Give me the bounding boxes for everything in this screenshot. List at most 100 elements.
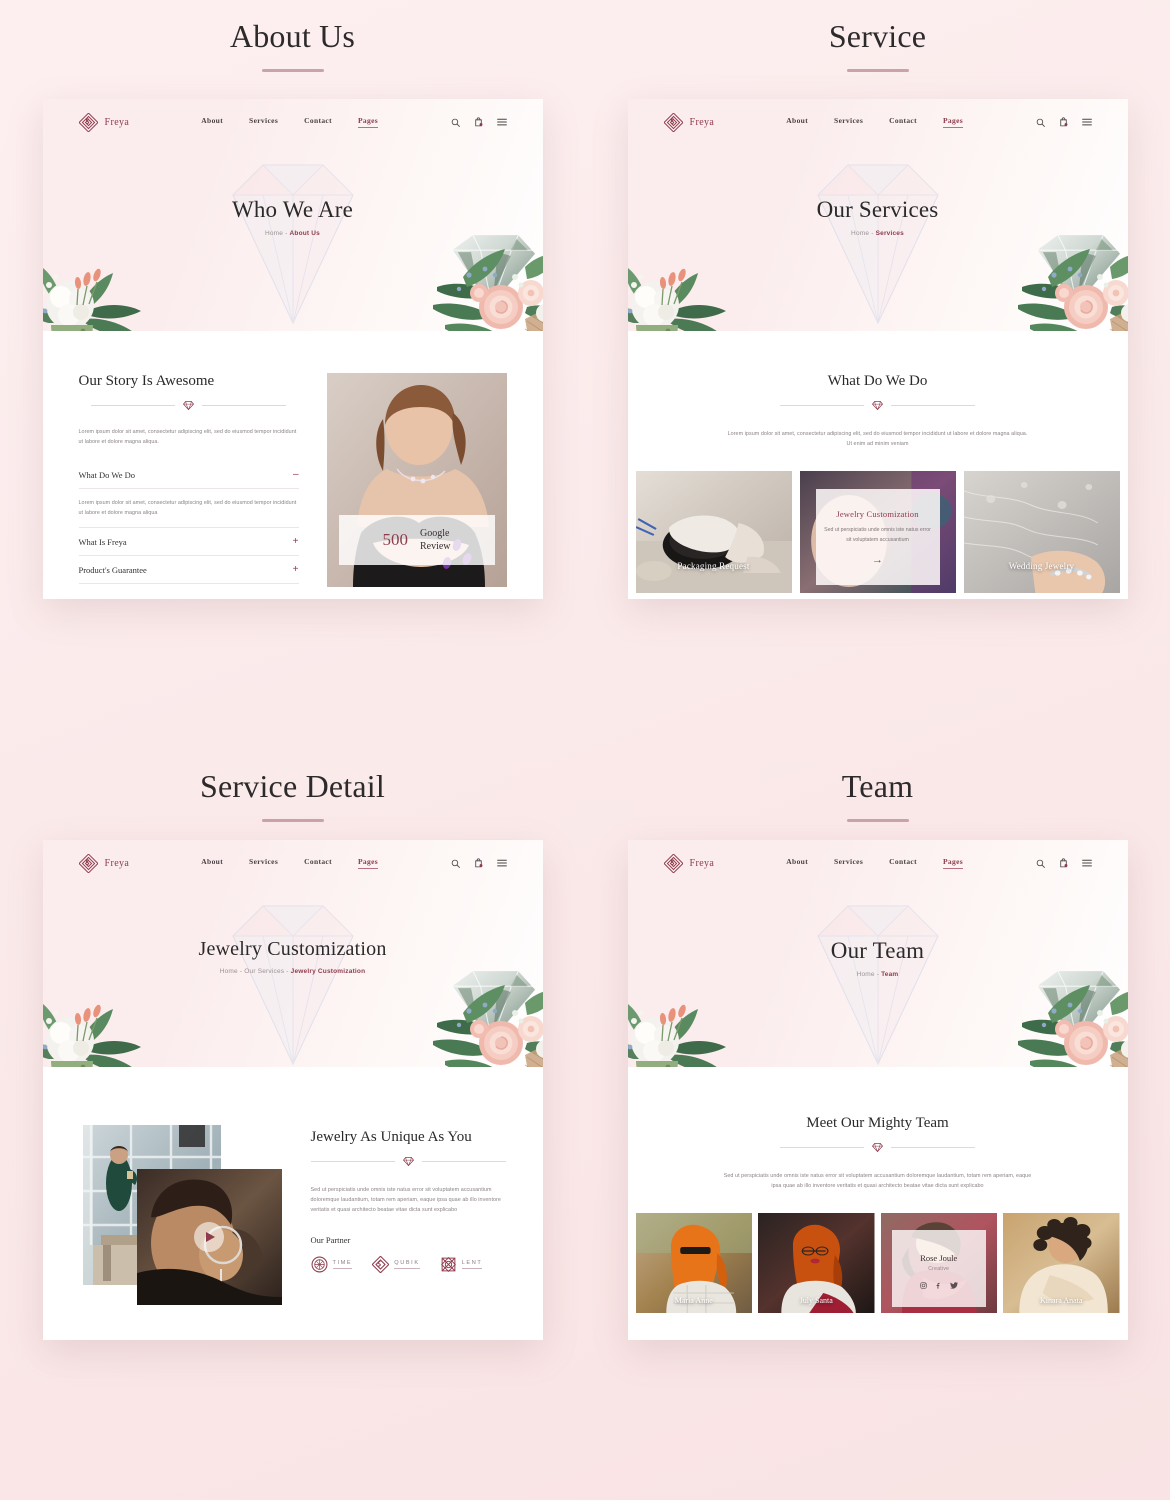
brand-logo[interactable]: Freya [79,854,130,873]
service-content: What Do We Do Lorem ipsum dolor sit amet… [627,331,1128,599]
breadcrumb-current: Services [875,230,904,237]
team-member-july-santa[interactable]: July Santa [758,1213,875,1313]
shopping-bag-icon[interactable] [1059,858,1068,868]
service-hero-body: Our Services Home - Services [628,145,1128,237]
search-icon[interactable] [1036,118,1045,127]
partner-qubik[interactable]: QUBIK [372,1256,420,1273]
hamburger-menu-icon[interactable] [1081,859,1092,867]
search-icon[interactable] [1036,859,1045,868]
brand-logo[interactable]: Freya [664,113,715,132]
diamond-ornament-icon [372,1256,390,1273]
breadcrumb-home[interactable]: Home [851,230,869,237]
accordion-item-products-guarantee[interactable]: Product's Guarantee + [78,556,299,584]
section-divider [310,1156,507,1167]
team-member-maria-anne[interactable]: Maria Anne [635,1213,752,1313]
freya-diamond-logo-icon [79,113,98,132]
nav-links: About Services Contact Pages [201,116,379,128]
search-icon[interactable] [451,118,460,127]
review-label-line1: Google [419,528,450,539]
play-button[interactable] [194,1222,224,1252]
team-member-name: Maria Anne [674,1296,713,1305]
floral-decoration-left-icon [628,249,730,331]
video-thumbnail[interactable] [136,1169,282,1305]
service-card-arrow-icon[interactable]: → [824,554,932,566]
nav-link-services[interactable]: Services [834,116,863,128]
divider-line-right [202,405,286,406]
accordion-toggle-icon: – [292,469,299,480]
twitter-icon[interactable] [949,1282,958,1289]
service-card-title: Packaging Request [677,561,750,571]
brand-name: Freya [104,116,130,128]
hamburger-menu-icon[interactable] [496,118,507,126]
accordion-item-what-is-freya[interactable]: What Is Freya + [78,528,299,556]
search-icon[interactable] [451,859,460,868]
team-member-role: Creative [928,1266,950,1272]
detail-block-title: Jewelry As Unique As You [310,1129,472,1145]
hamburger-menu-icon[interactable] [1081,118,1092,126]
nav-link-about[interactable]: About [786,116,808,128]
service-card-wedding-jewelry[interactable]: Wedding Jewelry [963,471,1120,593]
crystal-gem-icon [1022,969,1126,1045]
breadcrumb-separator: - [876,971,880,978]
team-member-socials [892,1282,987,1289]
breadcrumb-home[interactable]: Home [265,230,283,237]
breadcrumb-home[interactable]: Home [857,971,875,978]
nav-link-about[interactable]: About [201,116,223,128]
accordion-toggle-icon: + [292,564,299,575]
shopping-bag-icon[interactable] [474,858,483,868]
accordion-item-what-do-we-do[interactable]: What Do We Do – [78,461,299,489]
facebook-icon[interactable] [936,1282,941,1289]
nav-link-pages[interactable]: Pages [357,116,379,128]
nav-link-pages[interactable]: Pages [942,116,964,128]
nav-link-services[interactable]: Services [834,857,863,869]
divider-line-right [891,405,975,406]
brand-logo[interactable]: Freya [79,113,130,132]
nav-link-about[interactable]: About [786,857,808,869]
hero-title: Who We Are [231,197,354,222]
nav-link-contact[interactable]: Contact [304,857,332,869]
nav-link-contact[interactable]: Contact [889,857,917,869]
brand-logo[interactable]: Freya [664,854,715,873]
page-previews-grid: About Us Freya About Services Contact Pa… [0,0,1170,1500]
hamburger-menu-icon[interactable] [496,859,507,867]
accordion-label: What Is Freya [78,537,127,547]
nav-link-services[interactable]: Services [249,116,278,128]
breadcrumb-home[interactable]: Home [220,968,238,975]
accordion-toggle-icon: + [292,536,299,547]
service-card-overlay: Jewelry Customization Sed ut perspiciati… [815,489,940,585]
partner-logos: TIME QUBIK LENT [311,1256,507,1273]
google-review-card: 500 Google Review [338,515,495,565]
breadcrumb-separator: - [239,968,243,975]
section-title: About Us [229,18,356,54]
site-navbar: Freya About Services Contact Pages [628,840,1128,886]
freya-diamond-logo-icon [79,854,98,873]
brand-name: Freya [689,857,715,869]
team-member-rose-joule[interactable]: Rose Joule Creative [880,1213,997,1313]
nav-link-pages[interactable]: Pages [942,857,964,869]
partner-name: TIME [332,1260,353,1269]
services-block-text: Lorem ipsum dolor sit amet, consectetur … [727,431,1028,447]
gem-divider-icon [872,400,883,411]
partner-time[interactable]: TIME [311,1256,353,1273]
team-member-kinara-anata[interactable]: Kinara Anata [1003,1213,1120,1313]
partner-lent[interactable]: LENT [440,1256,483,1273]
packaging-image [635,471,792,593]
hero-title: Jewelry Customization [198,938,387,960]
service-hero: Freya About Services Contact Pages Our S… [627,99,1128,331]
nav-link-contact[interactable]: Contact [889,116,917,128]
instagram-icon[interactable] [920,1282,927,1289]
nav-link-pages[interactable]: Pages [357,857,379,869]
section-heading-service-detail: Service Detail [0,768,585,822]
nav-link-contact[interactable]: Contact [304,116,332,128]
gem-divider-icon [872,1142,883,1153]
nav-link-services[interactable]: Services [249,857,278,869]
shopping-bag-icon[interactable] [474,117,483,127]
service-card-jewelry-customization[interactable]: Jewelry Customization Sed ut perspiciati… [799,471,956,593]
breadcrumb-our-services[interactable]: Our Services [244,968,284,975]
shopping-bag-icon[interactable] [1059,117,1068,127]
service-card-packaging-request[interactable]: Packaging Request [635,471,792,593]
nav-link-about[interactable]: About [201,857,223,869]
service-detail-text-column: Jewelry As Unique As You Sed ut perspici… [310,1125,507,1305]
partner-name: LENT [461,1260,483,1269]
about-hero-body: Who We Are Home - About Us [43,145,543,237]
